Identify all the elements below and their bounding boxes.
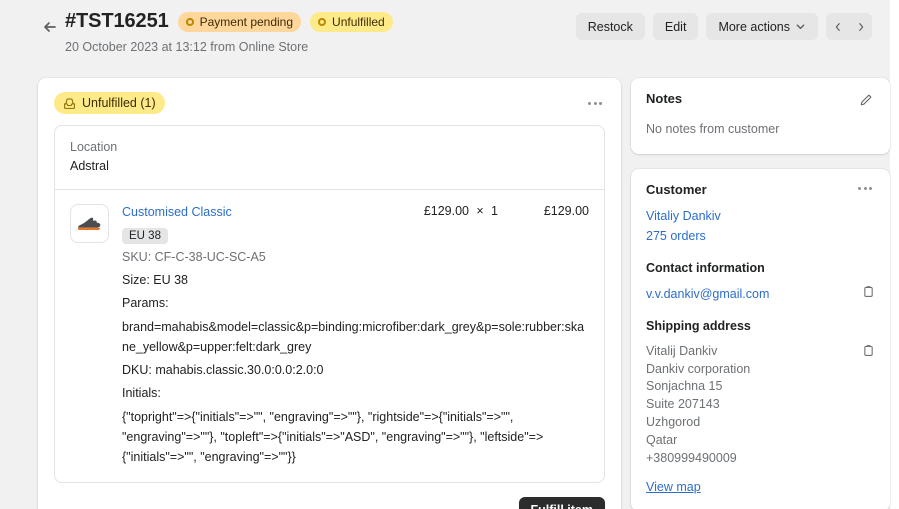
line-item-price-group: £129.00 × 1 £129.00 bbox=[411, 204, 589, 218]
page-scrollbar-gutter[interactable] bbox=[890, 0, 899, 509]
address-line: Dankiv corporation bbox=[646, 361, 751, 376]
customer-card-header: Customer bbox=[646, 182, 875, 199]
fulfill-item-button[interactable]: Fulfill item bbox=[518, 497, 605, 509]
side-column: Notes No notes from customer Customer Vi… bbox=[631, 78, 890, 509]
dku-line: DKU: mahabis.classic.30.0:0.0:2.0:0 bbox=[122, 363, 324, 377]
fulfillment-card-footer: Fulfill item bbox=[54, 497, 605, 509]
unit-price: £129.00 bbox=[423, 203, 469, 218]
status-badge-fulfillment-label: Unfulfilled bbox=[332, 14, 385, 29]
back-button[interactable] bbox=[38, 15, 62, 39]
copy-icon bbox=[864, 344, 873, 356]
customer-title: Customer bbox=[646, 181, 707, 197]
line-item-row: Customised Classic £129.00 × 1 £129.00 E… bbox=[55, 188, 604, 482]
initials-value: {"topright"=>{"initials"=>"", "engraving… bbox=[122, 409, 544, 465]
more-actions-label: More actions bbox=[718, 19, 790, 34]
restock-button[interactable]: Restock bbox=[575, 13, 645, 40]
product-thumbnail[interactable] bbox=[70, 203, 109, 243]
more-options-icon bbox=[858, 186, 861, 190]
main-column: Unfulfilled (1) Location Adstral Customi… bbox=[38, 78, 621, 509]
location-value: Adstral bbox=[70, 159, 109, 174]
customer-card: Customer Vitaliy Dankiv 275 orders Conta… bbox=[631, 168, 890, 509]
order-detail-page: #TST16251 Payment pending Unfulfilled 20… bbox=[0, 0, 899, 509]
notes-edit-button[interactable] bbox=[857, 91, 875, 109]
fulfillment-card-header: Unfulfilled (1) bbox=[54, 92, 605, 114]
chevron-right-icon bbox=[858, 22, 863, 31]
shipping-address-lines: Vitalij Dankiv Dankiv corporation Sonjac… bbox=[646, 343, 750, 468]
unfulfilled-chip: Unfulfilled (1) bbox=[54, 92, 165, 114]
more-options-icon bbox=[863, 186, 867, 190]
product-title-link[interactable]: Customised Classic bbox=[122, 204, 232, 221]
next-order-button[interactable] bbox=[849, 13, 872, 40]
page-header: #TST16251 Payment pending Unfulfilled 20… bbox=[0, 0, 890, 66]
notes-title: Notes bbox=[646, 91, 683, 106]
more-options-icon bbox=[599, 101, 602, 105]
params-value: brand=mahabis&model=classic&p=binding:mi… bbox=[122, 319, 585, 354]
status-badge-fulfillment: Unfulfilled bbox=[310, 11, 393, 32]
address-line: +380999490009 bbox=[646, 450, 737, 465]
view-map-link[interactable]: View map bbox=[646, 480, 701, 494]
quantity: 1 bbox=[491, 203, 498, 218]
customer-email-link[interactable]: v.v.dankiv@gmail.com bbox=[646, 284, 769, 304]
address-line: Qatar bbox=[646, 433, 678, 448]
contact-information-title: Contact information bbox=[646, 260, 765, 275]
previous-order-button[interactable] bbox=[826, 13, 849, 40]
package-inbox-icon bbox=[64, 98, 75, 109]
arrow-left-icon bbox=[44, 22, 56, 32]
customer-name-link[interactable]: Vitaliy Dankiv bbox=[646, 206, 875, 226]
slipper-shoe-thumbnail bbox=[77, 217, 100, 231]
copy-address-button[interactable] bbox=[862, 344, 875, 362]
fulfillment-more-options-button[interactable] bbox=[585, 97, 605, 110]
more-actions-button[interactable]: More actions bbox=[706, 13, 818, 40]
customer-more-options-button[interactable] bbox=[855, 182, 875, 195]
shipping-address-title: Shipping address bbox=[646, 319, 751, 334]
pencil-edit-icon bbox=[860, 94, 872, 106]
order-pager bbox=[826, 13, 872, 40]
shipping-address-row: Vitalij Dankiv Dankiv corporation Sonjac… bbox=[646, 343, 875, 468]
status-dot-icon bbox=[185, 17, 194, 26]
address-line: Sonjachna 15 bbox=[646, 379, 723, 394]
customer-links: Vitaliy Dankiv 275 orders bbox=[646, 206, 875, 246]
order-subtitle: 20 October 2023 at 13:12 from Online Sto… bbox=[65, 40, 309, 54]
header-actions: Restock Edit More actions bbox=[575, 13, 872, 40]
size-line: Size: EU 38 bbox=[122, 273, 189, 287]
line-item-details: Customised Classic £129.00 × 1 £129.00 E… bbox=[122, 204, 589, 468]
params-label: Params: bbox=[122, 296, 169, 311]
copy-email-button[interactable] bbox=[862, 285, 875, 303]
initials-label: Initials: bbox=[122, 386, 161, 401]
page-title: #TST16251 bbox=[65, 10, 169, 32]
chevron-down-icon bbox=[796, 24, 805, 30]
address-line: Suite 207143 bbox=[646, 397, 720, 412]
status-badge-payment: Payment pending bbox=[177, 11, 302, 32]
fulfillment-card: Unfulfilled (1) Location Adstral Customi… bbox=[38, 78, 621, 509]
more-options-icon bbox=[869, 186, 872, 190]
address-line: Vitalij Dankiv bbox=[646, 343, 718, 358]
order-title-row: #TST16251 Payment pending Unfulfilled bbox=[65, 10, 393, 33]
fulfillment-details-box: Location Adstral Customised Classic £129… bbox=[54, 125, 605, 484]
location-label: Location bbox=[70, 140, 118, 154]
more-options-icon bbox=[588, 101, 591, 105]
line-total-price: £129.00 bbox=[543, 203, 589, 218]
notes-card: Notes No notes from customer bbox=[631, 78, 890, 154]
copy-icon bbox=[864, 286, 873, 298]
notes-body: No notes from customer bbox=[646, 122, 780, 136]
chevron-left-icon bbox=[835, 22, 840, 31]
variant-chip: EU 38 bbox=[122, 227, 168, 244]
status-dot-icon bbox=[318, 17, 327, 26]
more-options-icon bbox=[593, 101, 597, 105]
status-badge-payment-label: Payment pending bbox=[199, 14, 294, 29]
sku-line: SKU: CF-C-38-UC-SC-A5 bbox=[122, 249, 266, 264]
customer-orders-link[interactable]: 275 orders bbox=[646, 226, 875, 246]
customer-email-row: v.v.dankiv@gmail.com bbox=[646, 284, 875, 304]
notes-card-header: Notes bbox=[646, 91, 875, 109]
multiply-icon: × bbox=[476, 203, 484, 218]
address-line: Uzhgorod bbox=[646, 415, 701, 430]
unfulfilled-chip-label: Unfulfilled (1) bbox=[82, 96, 156, 110]
location-block: Location Adstral bbox=[55, 126, 604, 189]
line-item-top-row: Customised Classic £129.00 × 1 £129.00 bbox=[122, 204, 589, 221]
edit-button[interactable]: Edit bbox=[652, 13, 699, 40]
